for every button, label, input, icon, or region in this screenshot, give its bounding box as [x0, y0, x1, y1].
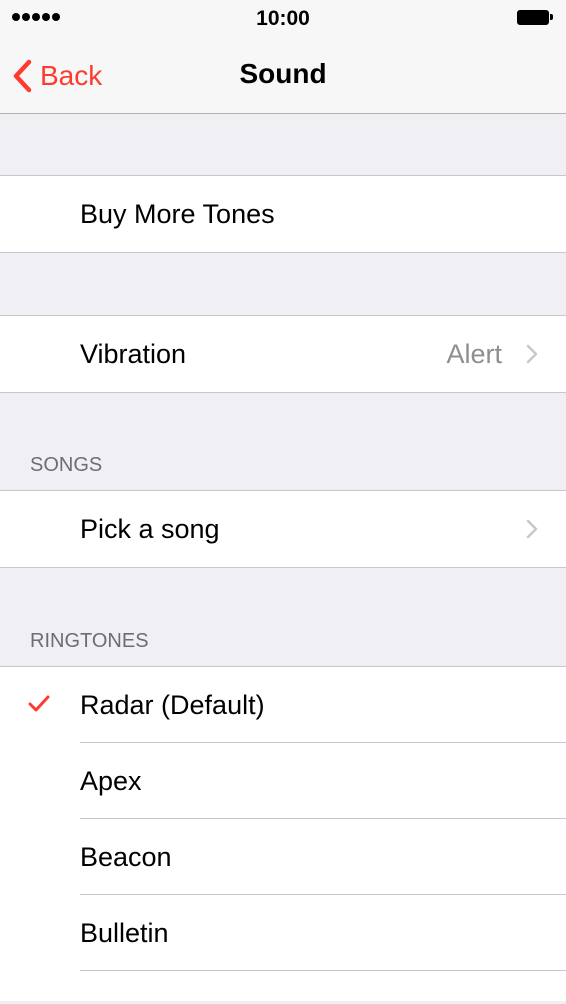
pick-a-song-row[interactable]: Pick a song: [0, 491, 566, 567]
vibration-group: Vibration Alert: [0, 315, 566, 393]
ringtone-row[interactable]: Apex: [0, 742, 566, 819]
buy-more-tones-label: Buy More Tones: [80, 199, 275, 229]
vibration-row[interactable]: Vibration Alert: [0, 316, 566, 392]
checkmark-icon: [28, 695, 50, 712]
buy-more-tones-row[interactable]: Buy More Tones: [0, 176, 566, 252]
chevron-right-icon: [526, 519, 538, 539]
ringtones-section-header: RINGTONES: [30, 630, 149, 652]
ringtones-group: Radar (Default) Apex Beacon Bulletin: [0, 666, 566, 1001]
store-group: Buy More Tones: [0, 175, 566, 253]
status-bar: 10:00: [0, 0, 566, 40]
ringtone-label: Beacon: [80, 842, 172, 872]
ringtone-row-partial[interactable]: [0, 970, 566, 1001]
battery-icon: [517, 10, 553, 25]
ringtone-label: Radar (Default): [80, 690, 265, 720]
ringtone-label: Bulletin: [80, 918, 169, 948]
vibration-label: Vibration: [80, 339, 187, 369]
songs-section-header: SONGS: [30, 454, 103, 476]
status-time: 10:00: [256, 7, 310, 30]
navigation-bar: Back Sound: [0, 40, 566, 114]
ringtone-row[interactable]: Beacon: [0, 818, 566, 895]
songs-group: Pick a song: [0, 490, 566, 568]
chevron-right-icon: [526, 344, 538, 364]
ringtone-label: Apex: [80, 766, 142, 796]
pick-a-song-label: Pick a song: [80, 514, 220, 544]
ringtone-row[interactable]: Radar (Default): [0, 667, 566, 743]
vibration-value: Alert: [446, 339, 502, 369]
ringtone-row[interactable]: Bulletin: [0, 894, 566, 971]
page-title: Sound: [239, 58, 327, 89]
